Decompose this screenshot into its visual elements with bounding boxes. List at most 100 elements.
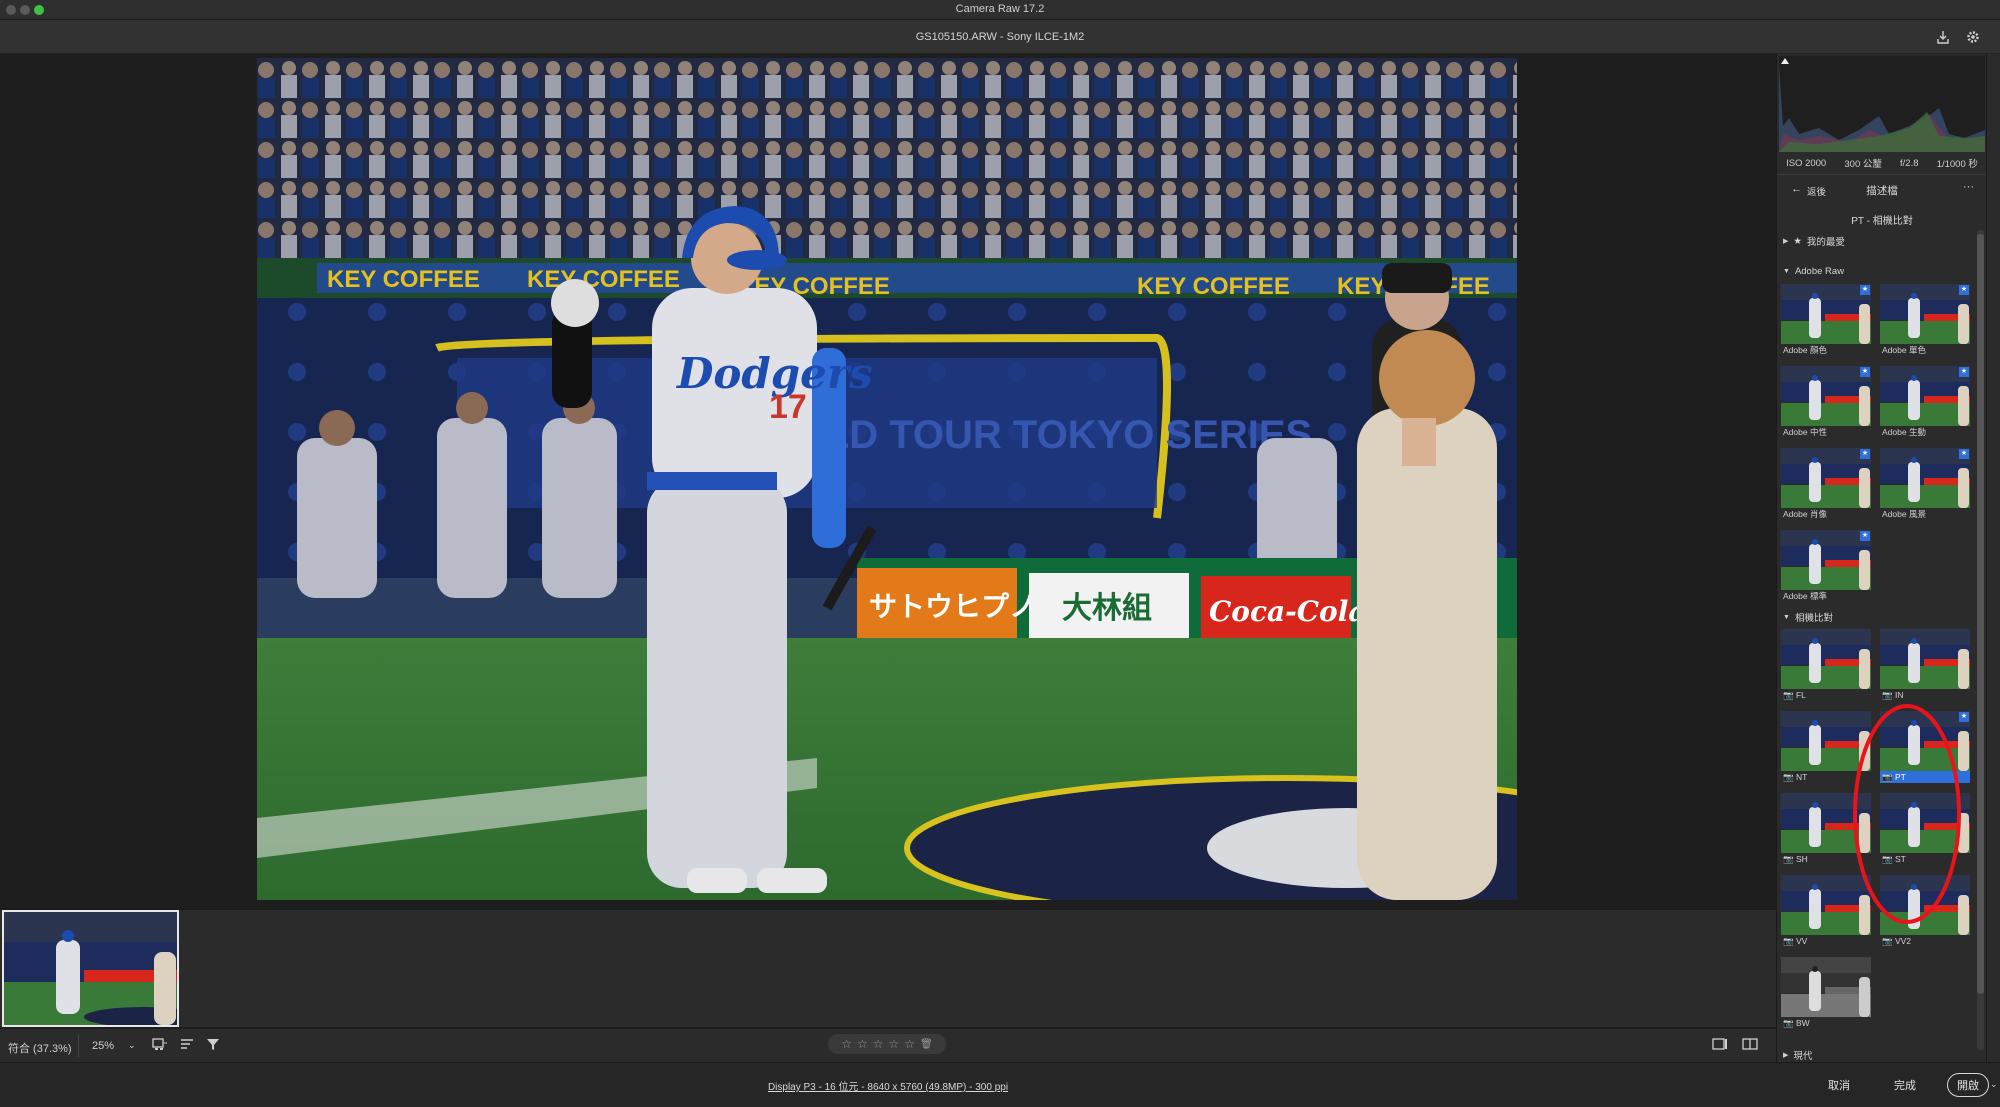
profile-label: 📷 BW bbox=[1781, 1017, 1871, 1029]
favorites-label: 我的最愛 bbox=[1806, 237, 1845, 248]
profile-label: Adobe 肖像 bbox=[1781, 508, 1871, 520]
profile-name: VV bbox=[1795, 936, 1808, 946]
rating-stars: ☆ ☆ ☆ ☆ ☆ 🗑 bbox=[828, 1034, 946, 1054]
profile-adobe-color[interactable]: ★ Adobe 顏色 bbox=[1781, 284, 1871, 356]
favorite-star-icon[interactable]: ★ bbox=[1860, 285, 1870, 295]
camera-icon: 📷 bbox=[1783, 690, 1796, 700]
favorite-star-icon[interactable]: ★ bbox=[1959, 367, 1969, 377]
star-icon[interactable]: ☆ bbox=[904, 1037, 915, 1051]
ad-text-1: サトウヒプノ bbox=[869, 590, 1037, 623]
exif-aperture: f/2.8 bbox=[1900, 157, 1919, 169]
main-photo[interactable]: KEY COFFEE KEY COFFEE KEY COFFEE KEY COF… bbox=[257, 58, 1517, 900]
profile-name: BW bbox=[1795, 1018, 1810, 1028]
edit-panel: ISO 2000 300 公釐 f/2.8 1/1000 秒 ← 返後 描述檔 … bbox=[1776, 54, 1986, 1062]
camera-matching-group[interactable]: ▼ 相機比對 bbox=[1783, 610, 1833, 624]
profile-adobe-standard[interactable]: ★ Adobe 標準 bbox=[1781, 530, 1871, 602]
filmstrip-thumbnail[interactable] bbox=[2, 910, 179, 1027]
panel-scrollbar[interactable] bbox=[1977, 234, 1984, 994]
profile-label: Adobe 風景 bbox=[1880, 508, 1970, 520]
profile-preview bbox=[1781, 448, 1871, 508]
profile-preview bbox=[1781, 366, 1871, 426]
star-icon[interactable]: ☆ bbox=[841, 1037, 852, 1051]
profile-label: 📷 IN bbox=[1880, 689, 1970, 701]
file-header: GS105150.ARW - Sony ILCE-1M2 bbox=[0, 20, 2000, 54]
workflow-options-link[interactable]: Display P3 - 16 位元 - 8640 x 5760 (49.8MP… bbox=[0, 1078, 1776, 1093]
profile-browser-header: ← 返後 描述檔 ··· bbox=[1777, 174, 1986, 204]
zoom-fit-button[interactable]: 符合 (37.3%) bbox=[8, 1040, 72, 1056]
profile-adobe-landscape[interactable]: ★ Adobe 風景 bbox=[1880, 448, 1970, 520]
profile-preview bbox=[1781, 530, 1871, 590]
cancel-button[interactable]: 取消 bbox=[1818, 1073, 1860, 1097]
profile-bw[interactable]: 📷 BW bbox=[1781, 957, 1871, 1029]
profile-fl[interactable]: 📷 FL bbox=[1781, 629, 1871, 701]
panel-title: 描述檔 bbox=[1866, 185, 1898, 197]
profile-label: Adobe 中性 bbox=[1781, 426, 1871, 438]
profile-in[interactable]: 📷 IN bbox=[1880, 629, 1970, 701]
image-canvas[interactable]: KEY COFFEE KEY COFFEE KEY COFFEE KEY COF… bbox=[0, 54, 1776, 909]
histogram[interactable] bbox=[1779, 56, 1985, 152]
favorites-group[interactable]: ▶ ★ 我的最愛 bbox=[1783, 234, 1845, 249]
star-icon[interactable]: ☆ bbox=[889, 1037, 900, 1051]
annotation-circle bbox=[1853, 704, 1961, 924]
exif-info: ISO 2000 300 公釐 f/2.8 1/1000 秒 bbox=[1777, 152, 1986, 174]
filmstrip-view-icon[interactable] bbox=[152, 1037, 168, 1054]
window-title: Camera Raw 17.2 bbox=[955, 3, 1045, 15]
camera-icon: 📷 bbox=[1882, 690, 1895, 700]
tool-strip bbox=[1986, 54, 2000, 1062]
camera-icon: 📷 bbox=[1783, 772, 1796, 782]
camera-matching-label: 相機比對 bbox=[1794, 613, 1833, 624]
banner-text-2: KEY COFFEE bbox=[527, 266, 680, 293]
ad-text-3: Coca-Cola bbox=[1209, 595, 1367, 628]
sort-icon[interactable] bbox=[180, 1037, 194, 1054]
trash-icon[interactable]: 🗑 bbox=[920, 1039, 933, 1050]
profile-adobe-vivid[interactable]: ★ Adobe 生動 bbox=[1880, 366, 1970, 438]
jersey-number: 17 bbox=[769, 388, 807, 426]
profile-adobe-portrait[interactable]: ★ Adobe 肖像 bbox=[1781, 448, 1871, 520]
favorite-star-icon[interactable]: ★ bbox=[1959, 449, 1969, 459]
chevron-down-icon[interactable]: ⌄ bbox=[1990, 1079, 1998, 1090]
banner-text-4: KEY COFFEE bbox=[1137, 273, 1290, 300]
star-icon[interactable]: ☆ bbox=[873, 1037, 884, 1051]
favorite-star-icon[interactable]: ★ bbox=[1959, 285, 1969, 295]
profile-name: IN bbox=[1894, 690, 1904, 700]
modern-label: 現代 bbox=[1793, 1051, 1813, 1062]
banner-text-1: KEY COFFEE bbox=[327, 266, 480, 293]
camera-icon: 📷 bbox=[1783, 936, 1796, 946]
favorite-star-icon[interactable]: ★ bbox=[1860, 367, 1870, 377]
chevron-right-icon: ▶ bbox=[1783, 238, 1789, 245]
profile-preview bbox=[1880, 284, 1970, 344]
filter-icon[interactable] bbox=[206, 1037, 220, 1054]
zoom-level-select[interactable]: 25% bbox=[92, 1040, 114, 1052]
camera-icon: 📷 bbox=[1783, 854, 1796, 864]
profile-name: FL bbox=[1795, 690, 1806, 700]
profile-adobe-monochrome[interactable]: ★ Adobe 單色 bbox=[1880, 284, 1970, 356]
profile-label: 📷 FL bbox=[1781, 689, 1871, 701]
favorite-star-icon[interactable]: ★ bbox=[1860, 531, 1870, 541]
divider bbox=[78, 1035, 79, 1057]
profile-label: Adobe 單色 bbox=[1880, 344, 1970, 356]
profile-preview bbox=[1880, 448, 1970, 508]
favorite-star-icon[interactable]: ★ bbox=[1860, 449, 1870, 459]
open-button[interactable]: 開啟 bbox=[1947, 1073, 1989, 1097]
save-icon[interactable] bbox=[1934, 28, 1952, 46]
chevron-down-icon: ▼ bbox=[1783, 613, 1790, 621]
single-view-icon[interactable] bbox=[1712, 1037, 1728, 1054]
modern-group[interactable]: ▶ 現代 bbox=[1783, 1048, 1812, 1062]
gear-icon[interactable] bbox=[1964, 28, 1982, 46]
adobe-raw-label: Adobe Raw bbox=[1794, 266, 1845, 277]
chevron-down-icon[interactable]: ⌄ bbox=[128, 1040, 136, 1051]
profile-adobe-neutral[interactable]: ★ Adobe 中性 bbox=[1781, 366, 1871, 438]
bottom-bar: Display P3 - 16 位元 - 8640 x 5760 (49.8MP… bbox=[0, 1062, 2000, 1107]
camera-icon: 📷 bbox=[1783, 1018, 1796, 1028]
profile-preview bbox=[1781, 284, 1871, 344]
compare-view-icon[interactable] bbox=[1742, 1037, 1758, 1054]
window-titlebar: Camera Raw 17.2 bbox=[0, 0, 2000, 20]
star-icon[interactable]: ☆ bbox=[857, 1037, 868, 1051]
done-button[interactable]: 完成 bbox=[1884, 1073, 1926, 1097]
ad-text-2: 大林組 bbox=[1062, 591, 1152, 626]
chevron-down-icon: ▼ bbox=[1783, 268, 1790, 275]
current-profile-label: PT - 相機比對 bbox=[1851, 216, 1913, 227]
adobe-raw-group[interactable]: ▼ Adobe Raw bbox=[1783, 266, 1844, 277]
chevron-right-icon: ▶ bbox=[1783, 1052, 1789, 1059]
more-options-icon[interactable]: ··· bbox=[1963, 181, 1974, 193]
